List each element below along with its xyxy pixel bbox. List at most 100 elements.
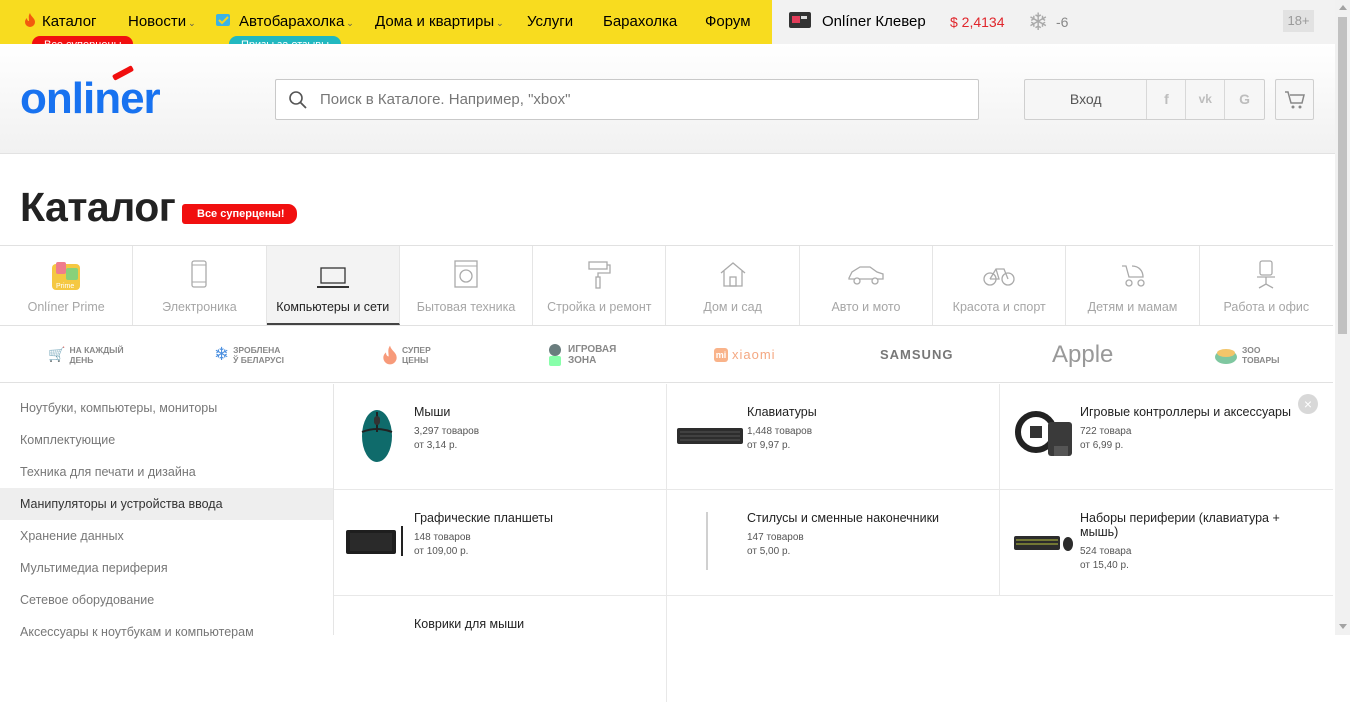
clever-label: Onlíner Клевер (822, 13, 926, 30)
vk-icon[interactable]: vk (1186, 80, 1226, 119)
topnav-baraholka[interactable]: Барахолка (603, 0, 677, 44)
sidebar-item[interactable]: Мультимедиа периферия (0, 552, 333, 584)
search-input[interactable] (320, 81, 960, 118)
product-price: от 5,00 р. (747, 546, 791, 557)
phone-icon (191, 260, 208, 288)
product-card-mice[interactable]: Мыши 3,297 товаров от 3,14 р. (334, 384, 667, 490)
product-count: 524 товара (1080, 546, 1132, 557)
cart-icon (1285, 91, 1305, 109)
promo-label: xiaomi (732, 347, 776, 362)
onliner-logo[interactable]: onliner (20, 74, 161, 124)
tab-kids-moms[interactable]: Детям и мамам (1066, 246, 1200, 325)
bicycle-icon (983, 268, 1015, 286)
promo-label: Apple (1052, 340, 1114, 368)
auto-badge-icon (216, 14, 230, 26)
tab-label: Авто и мото (831, 300, 901, 314)
product-count: 1,448 товаров (747, 426, 813, 437)
house-icon (720, 262, 746, 287)
search-box[interactable] (275, 79, 979, 120)
clever-link[interactable]: Onlíner Клевер (788, 0, 926, 44)
product-grid: Мыши 3,297 товаров от 3,14 р. Клавиатуры… (333, 384, 1333, 702)
search-icon (289, 91, 307, 109)
sidebar-item[interactable]: Хранение данных (0, 520, 333, 552)
keyboard-mouse-kit-image (1014, 536, 1073, 551)
sidebar-item[interactable]: Ноутбуки, компьютеры, мониторы (0, 392, 333, 424)
product-price: от 3,14 р. (414, 440, 458, 451)
product-card-tablets[interactable]: Графические планшеты 148 товаров от 109,… (334, 490, 667, 596)
office-chair-icon (1257, 260, 1276, 289)
product-count: 148 товаров (414, 532, 471, 543)
sidebar-item[interactable]: Техника для печати и дизайна (0, 456, 333, 488)
weather-widget[interactable]: ❄ -6 (1028, 0, 1068, 44)
topnav-forum[interactable]: Форум (705, 0, 751, 44)
sidebar-item[interactable]: Аксессуары к ноутбукам и компьютерам (0, 616, 333, 648)
gamer-icon (549, 343, 561, 366)
google-icon[interactable]: G (1225, 80, 1264, 119)
tab-label: Дом и сад (703, 300, 762, 314)
promo-everyday[interactable]: 🛒 На каждый день (48, 326, 124, 383)
topnav-services[interactable]: Услуги (527, 0, 573, 44)
washer-icon (454, 260, 478, 288)
close-icon[interactable]: × (1298, 394, 1318, 414)
xiaomi-logo-icon: mi (714, 347, 728, 362)
promo-samsung[interactable]: SAMSUNG (880, 326, 953, 383)
promo-label: Зроблена ў Беларусі (233, 344, 284, 365)
promo-gaming[interactable]: Игровая зона (546, 326, 616, 383)
product-name: Стилусы и сменные наконечники (747, 511, 940, 525)
tab-label: Стройка и ремонт (547, 300, 652, 314)
promo-label: SAMSUNG (880, 347, 954, 362)
flame-icon (383, 345, 397, 364)
scroll-down-icon[interactable] (1339, 624, 1347, 629)
tab-home-appliances[interactable]: Бытовая техника (400, 246, 534, 325)
promo-superprices[interactable]: Супер цены (382, 326, 431, 383)
pet-bowl-icon (1215, 348, 1237, 364)
promo-xiaomi[interactable]: mi xiaomi (714, 326, 776, 383)
tab-auto-moto[interactable]: Авто и мото (800, 246, 934, 325)
keyboard-image (677, 428, 743, 444)
graphics-tablet-image (346, 526, 403, 556)
topnav-services-label: Услуги (527, 13, 574, 30)
promo-apple[interactable]: Apple (1052, 326, 1113, 383)
tab-label: Компьютеры и сети (276, 300, 390, 314)
topnav-realty[interactable]: Дома и квартиры ⌄ (375, 0, 504, 44)
scroll-up-icon[interactable] (1339, 5, 1347, 10)
product-card-styluses[interactable]: Стилусы и сменные наконечники 147 товаро… (667, 490, 1000, 596)
sidebar-item-active[interactable]: Манипуляторы и устройства ввода (0, 488, 333, 520)
facebook-icon[interactable]: f (1147, 80, 1187, 119)
promo-label: Игровая зона (568, 343, 617, 366)
product-card-mousepads[interactable]: Коврики для мыши (334, 596, 667, 702)
login-button[interactable]: Вход (1025, 80, 1148, 119)
tab-construction[interactable]: Стройка и ремонт (533, 246, 667, 325)
tab-work-office[interactable]: Работа и офис (1200, 246, 1333, 325)
currency-rate[interactable]: $ 2,4134 (950, 0, 1005, 44)
product-name: Графические планшеты (414, 511, 554, 525)
product-count: 147 товаров (747, 532, 804, 543)
product-card-keyboards[interactable]: Клавиатуры 1,448 товаров от 9,97 р. (667, 384, 1000, 490)
cart-button[interactable] (1275, 79, 1314, 120)
product-price: от 9,97 р. (747, 440, 791, 451)
product-name: Мыши (414, 405, 451, 419)
sidebar-item[interactable]: Сетевое оборудование (0, 584, 333, 616)
stylus-image (706, 512, 708, 570)
promo-zoo[interactable]: Зоо товары (1214, 326, 1279, 383)
page-scrollbar[interactable] (1335, 0, 1350, 635)
top-bar: Каталог Новости ⌄ Автобарахолка ⌄ Дома и к… (0, 0, 1335, 44)
tab-beauty-sport[interactable]: Красота и спорт (933, 246, 1067, 325)
product-price: от 109,00 р. (414, 546, 469, 557)
tab-computers[interactable]: Компьютеры и сети (266, 246, 400, 325)
product-card-game-controllers[interactable]: Игровые контроллеры и аксессуары 722 тов… (1000, 384, 1333, 490)
tab-onliner-prime[interactable]: Prime Onlíner Prime (0, 246, 134, 325)
product-name: Игровые контроллеры и аксессуары (1080, 405, 1291, 419)
promo-label: На каждый день (69, 344, 124, 365)
scroll-thumb[interactable] (1338, 17, 1347, 334)
sidebar-item[interactable]: Комплектующие (0, 424, 333, 456)
promo-belarus[interactable]: ❄ Зроблена ў Беларусі (214, 326, 284, 383)
promo-label: Зоо товары (1242, 344, 1280, 365)
product-card-kits[interactable]: Наборы периферии (клавиатура + мышь) 524… (1000, 490, 1333, 596)
topnav-news[interactable]: Новости ⌄ (128, 0, 196, 44)
clever-card-icon (789, 12, 811, 28)
tab-home-garden[interactable]: Дом и сад (666, 246, 800, 325)
snowflake-icon: ❄ (214, 344, 230, 364)
tab-electronics[interactable]: Электроника (133, 246, 267, 325)
superprices-badge[interactable]: Все суперцены! (182, 204, 297, 224)
